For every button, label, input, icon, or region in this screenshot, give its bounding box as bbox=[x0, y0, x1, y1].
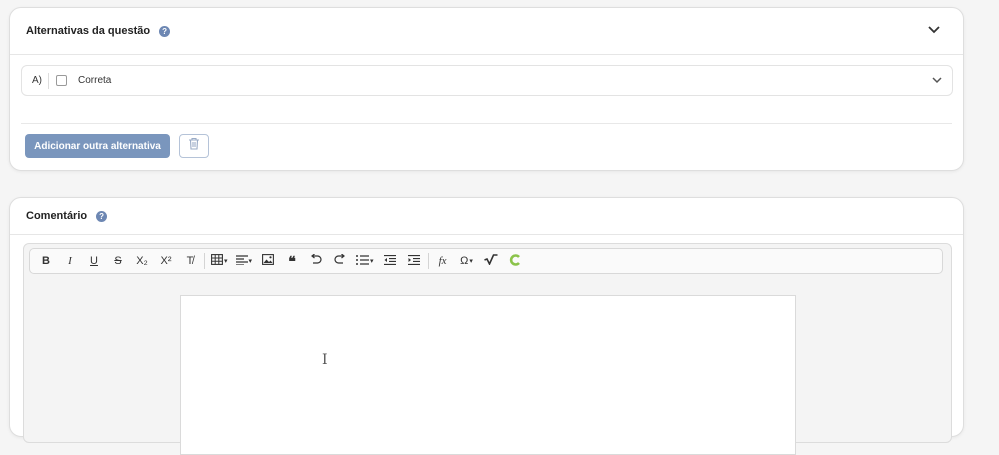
alternatives-title: Alternativas da questão bbox=[26, 25, 151, 37]
divider bbox=[48, 72, 49, 89]
trash-icon bbox=[188, 137, 200, 155]
dropdown-arrow-icon: ▾ bbox=[469, 258, 473, 265]
expand-chevron-icon[interactable] bbox=[932, 76, 944, 88]
dropdown-arrow-icon: ▾ bbox=[370, 258, 374, 265]
align-left-icon bbox=[235, 254, 248, 268]
delete-button[interactable] bbox=[179, 134, 209, 158]
bulleted-list-button[interactable]: ▾ bbox=[354, 251, 376, 271]
outdent-icon bbox=[383, 254, 396, 268]
help-icon[interactable]: ? bbox=[159, 25, 171, 37]
image-button[interactable] bbox=[258, 251, 278, 271]
correct-label: Correta bbox=[78, 75, 112, 86]
dropdown-arrow-icon: ▾ bbox=[224, 258, 228, 265]
subscript-button[interactable]: X₂ bbox=[132, 251, 152, 271]
add-alternative-button[interactable]: Adicionar outra alternativa bbox=[25, 134, 170, 158]
outdent-button[interactable] bbox=[380, 251, 400, 271]
formula-button[interactable]: fx bbox=[433, 251, 453, 271]
chemistry-editor-button[interactable] bbox=[505, 251, 525, 271]
table-button[interactable]: ▾ bbox=[209, 251, 230, 271]
redo-button[interactable] bbox=[330, 251, 350, 271]
undo-icon bbox=[310, 253, 322, 268]
correct-checkbox[interactable] bbox=[56, 75, 67, 86]
toolbar-separator bbox=[204, 253, 205, 269]
collapse-chevron-icon[interactable] bbox=[927, 23, 941, 37]
alternatives-card: Alternativas da questão ? A) Correta Adi… bbox=[9, 7, 964, 171]
special-characters-button[interactable]: Ω ▾ bbox=[457, 251, 477, 271]
clear-format-button[interactable]: T̸ bbox=[180, 251, 200, 271]
toolbar-separator bbox=[427, 253, 429, 269]
editor-toolbar: B I U S X₂ X² T̸ ▾ ▾ ❝ ▾ fx Ω ▾ bbox=[29, 248, 943, 274]
indent-icon bbox=[407, 254, 420, 268]
undo-button[interactable] bbox=[306, 251, 326, 271]
quote-icon: ❝ bbox=[288, 252, 296, 269]
indent-button[interactable] bbox=[404, 251, 424, 271]
comment-card: Comentário ? B I U S X₂ X² T̸ ▾ ▾ ❝ ▾ fx… bbox=[9, 197, 964, 455]
comment-title: Comentário bbox=[26, 210, 88, 222]
alternatives-header: Alternativas da questão ? bbox=[10, 8, 963, 55]
italic-button[interactable]: I bbox=[60, 251, 80, 271]
editor-content-area[interactable]: I bbox=[180, 295, 796, 455]
align-button[interactable]: ▾ bbox=[234, 251, 255, 271]
text-cursor-icon: I bbox=[322, 352, 328, 368]
section-divider bbox=[21, 123, 952, 124]
dropdown-arrow-icon: ▾ bbox=[248, 258, 253, 265]
underline-button[interactable]: U bbox=[84, 251, 104, 271]
bulleted-list-icon bbox=[356, 254, 370, 268]
chemtype-logo-icon bbox=[509, 253, 521, 269]
alternative-letter: A) bbox=[32, 75, 42, 86]
image-icon bbox=[262, 254, 274, 268]
strikethrough-button[interactable]: S bbox=[108, 251, 128, 271]
blockquote-button[interactable]: ❝ bbox=[282, 251, 302, 271]
math-editor-button[interactable] bbox=[481, 251, 501, 271]
redo-icon bbox=[334, 253, 346, 268]
superscript-button[interactable]: X² bbox=[156, 251, 176, 271]
alternative-item[interactable]: A) Correta bbox=[21, 65, 953, 96]
omega-icon: Ω bbox=[460, 255, 469, 267]
rich-text-editor: B I U S X₂ X² T̸ ▾ ▾ ❝ ▾ fx Ω ▾ I bbox=[23, 243, 952, 455]
square-root-icon bbox=[483, 254, 498, 268]
bold-button[interactable]: B bbox=[36, 251, 56, 271]
table-icon bbox=[211, 254, 223, 268]
comment-header: Comentário ? bbox=[10, 198, 963, 235]
help-icon[interactable]: ? bbox=[96, 210, 108, 222]
